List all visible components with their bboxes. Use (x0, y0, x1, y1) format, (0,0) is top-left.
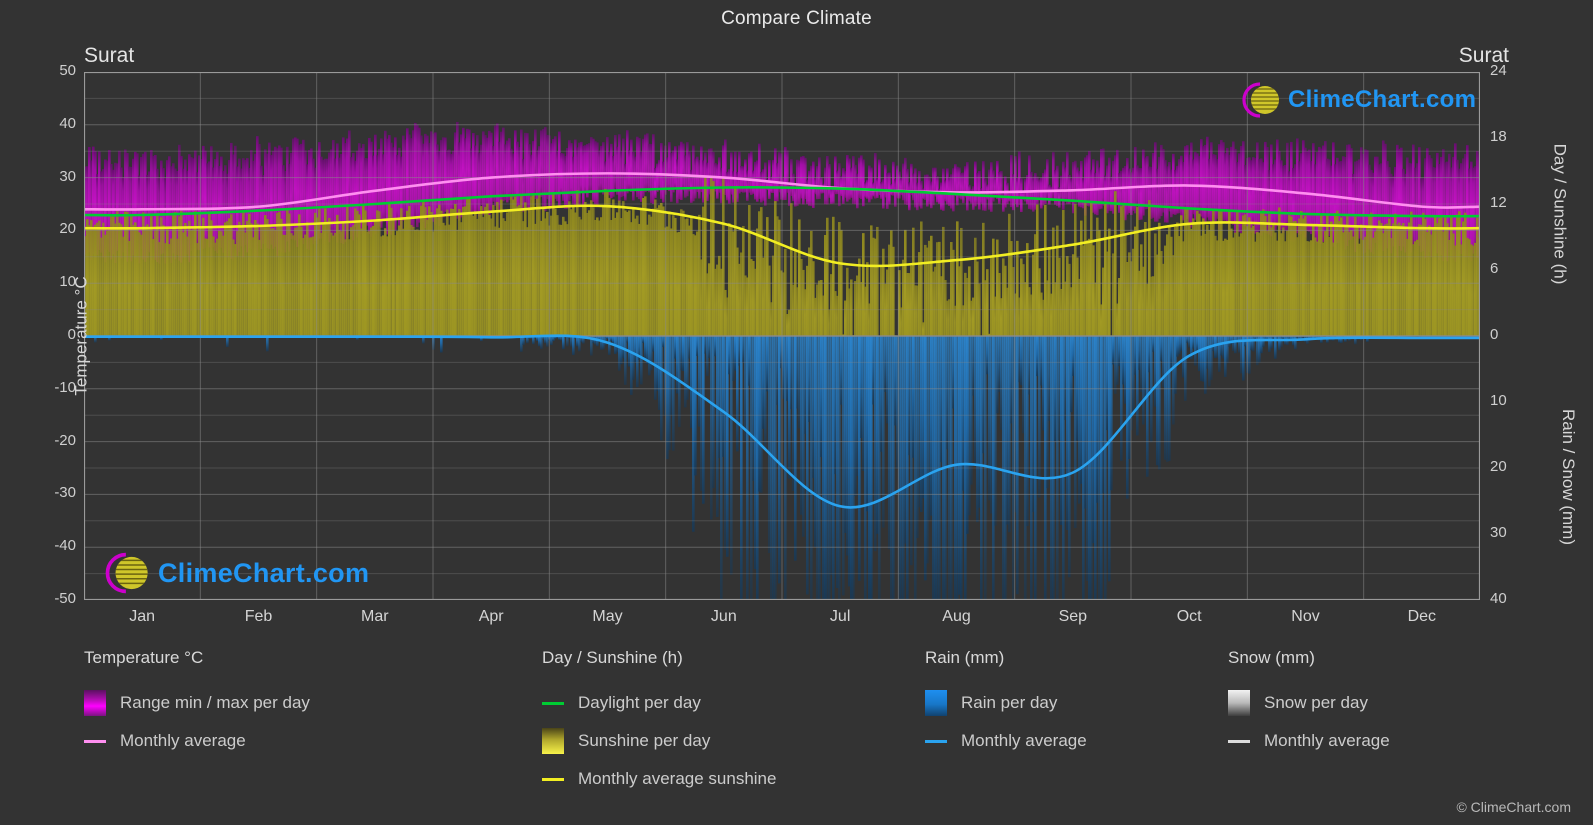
legend-group-snow: Snow (mm) Snow per day Monthly average (1228, 648, 1390, 760)
tick-temperature: -50 (54, 590, 76, 607)
snow-swatch-icon (1228, 690, 1250, 716)
chart-legend: Temperature °C Range min / max per day M… (0, 648, 1593, 808)
legend-item-rain-average: Monthly average (925, 722, 1087, 760)
legend-item-rain-per-day: Rain per day (925, 684, 1087, 722)
sunshine-swatch-icon (542, 728, 564, 754)
tick-month: Aug (942, 608, 971, 625)
tick-month: Sep (1058, 608, 1088, 625)
tick-month: Apr (478, 608, 504, 625)
tick-month: May (592, 608, 623, 625)
y-axis-title-rain-snow: Rain / Snow (mm) (1558, 408, 1578, 546)
legend-item-daylight: Daylight per day (542, 684, 776, 722)
legend-label: Monthly average (961, 731, 1087, 750)
legend-group-day: Day / Sunshine (h) Daylight per day Suns… (542, 648, 776, 798)
tick-month: Jun (710, 608, 737, 625)
legend-heading-temperature: Temperature °C (84, 648, 204, 667)
tick-rain: 10 (1490, 392, 1507, 409)
watermark-text: ClimeChart.com (1288, 86, 1477, 113)
location-label-left: Surat (84, 44, 135, 67)
tick-month: Feb (244, 608, 273, 625)
legend-label: Snow per day (1264, 693, 1368, 712)
temp-range-swatch-icon (84, 690, 106, 716)
temp-average-line-icon (84, 739, 106, 743)
tick-rain: 20 (1490, 458, 1507, 475)
tick-temperature: 10 (59, 273, 76, 291)
legend-label: Monthly average (1264, 731, 1390, 750)
plot-area: Temperature °C Day / Sunshine (h) Rain /… (54, 62, 1578, 625)
tick-rain: 30 (1490, 524, 1507, 541)
climechart-logo-icon (105, 552, 148, 594)
legend-item-snow-average: Monthly average (1228, 722, 1390, 760)
legend-heading-snow: Snow (mm) (1228, 648, 1315, 667)
rain-swatch-icon (925, 690, 947, 716)
tick-temperature: 50 (59, 62, 76, 79)
snow-average-line-icon (1228, 739, 1250, 743)
legend-label: Monthly average sunshine (578, 769, 777, 788)
legend-item-temp-range: Range min / max per day (84, 684, 310, 722)
tick-day: 12 (1490, 194, 1507, 211)
legend-label: Sunshine per day (578, 731, 711, 750)
tick-temperature: -40 (54, 537, 76, 555)
plot-canvas (84, 72, 1480, 600)
climechart-logo-icon (1242, 82, 1279, 118)
tick-temperature: -20 (54, 431, 76, 449)
watermark-top: ClimeChart.com (1234, 80, 1476, 120)
legend-label: Monthly average (120, 731, 246, 750)
tick-rain: 40 (1490, 590, 1507, 607)
rain-average-line-icon (925, 739, 947, 743)
legend-group-temperature: Temperature °C Range min / max per day M… (84, 648, 310, 760)
legend-item-sunshine: Sunshine per day (542, 722, 776, 760)
tick-temperature: 30 (59, 167, 76, 185)
tick-month: Jul (829, 608, 851, 625)
tick-day: 6 (1490, 260, 1499, 277)
watermark-text: ClimeChart.com (158, 557, 370, 588)
tick-temperature: -30 (54, 484, 76, 502)
tick-temperature: 0 (67, 326, 76, 343)
tick-month: Jan (129, 608, 156, 625)
tick-temperature: 40 (59, 114, 76, 132)
daylight-line-icon (542, 701, 564, 705)
legend-item-avg-sunshine: Monthly average sunshine (542, 760, 776, 798)
tick-temperature: 20 (59, 220, 76, 238)
tick-day: 24 (1490, 62, 1507, 79)
tick-day: 18 (1490, 128, 1507, 145)
legend-heading-rain: Rain (mm) (925, 648, 1005, 667)
tick-month: Dec (1407, 608, 1437, 625)
watermark-bottom: ClimeChart.com (96, 550, 369, 596)
legend-label: Rain per day (961, 693, 1058, 712)
avg-sunshine-line-icon (542, 777, 564, 781)
tick-month: Mar (361, 608, 389, 625)
climate-chart-page: Compare Climate Surat Surat Temperature … (0, 0, 1593, 825)
tick-day: 0 (1490, 326, 1499, 343)
tick-month: Nov (1291, 608, 1320, 625)
legend-item-snow-per-day: Snow per day (1228, 684, 1390, 722)
y-axis-title-day-sunshine: Day / Sunshine (h) (1550, 143, 1570, 285)
legend-heading-day: Day / Sunshine (h) (542, 648, 683, 667)
legend-group-rain: Rain (mm) Rain per day Monthly average (925, 648, 1087, 760)
legend-label: Range min / max per day (120, 693, 310, 712)
legend-item-temp-average: Monthly average (84, 722, 310, 760)
page-title: Compare Climate (721, 8, 872, 29)
tick-month: Oct (1176, 608, 1202, 625)
copyright-text: © ClimeChart.com (1456, 799, 1571, 815)
tick-temperature: -10 (54, 378, 76, 396)
legend-label: Daylight per day (578, 693, 701, 712)
